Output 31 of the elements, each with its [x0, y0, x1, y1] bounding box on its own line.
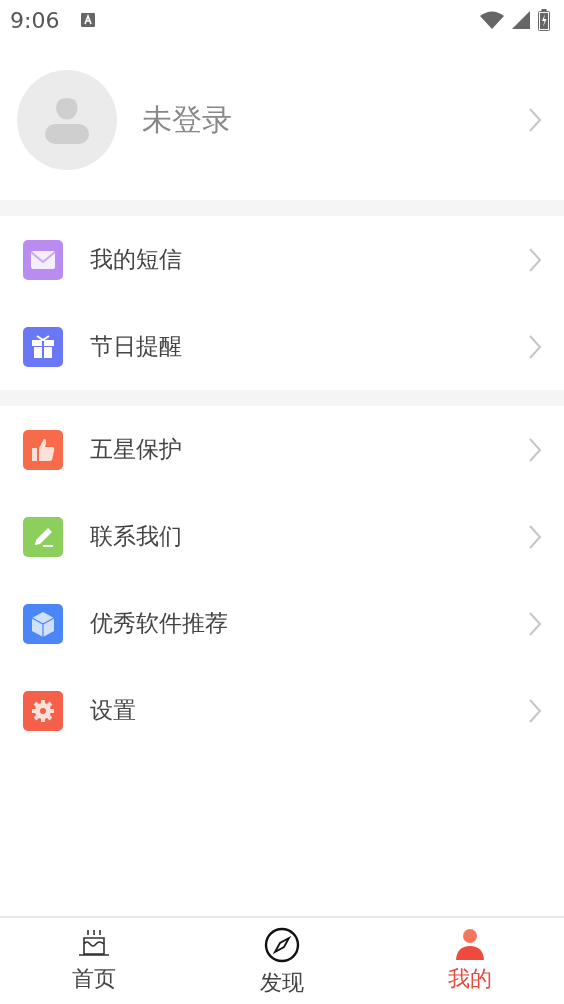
chevron-right-icon: [528, 246, 542, 273]
menu-item[interactable]: 节日提醒: [0, 303, 564, 390]
menu-item[interactable]: 我的短信: [0, 216, 564, 303]
nav-tab[interactable]: 首页: [0, 918, 188, 1004]
person-icon: [453, 926, 487, 960]
menu-item[interactable]: 联系我们: [0, 493, 564, 580]
signal-icon: [512, 11, 530, 29]
chevron-right-icon: [528, 436, 542, 463]
menu-item[interactable]: 五星保护: [0, 406, 564, 493]
notification-icon: [81, 13, 96, 27]
menu-item[interactable]: 设置: [0, 667, 564, 754]
chevron-right-icon: [528, 107, 542, 133]
chevron-right-icon: [528, 610, 542, 637]
menu-label: 设置: [90, 696, 137, 725]
avatar-icon[interactable]: [17, 70, 117, 170]
nav-tab[interactable]: 发现: [188, 918, 376, 1004]
menu-label: 我的短信: [90, 245, 183, 274]
battery-icon: [538, 9, 550, 31]
status-time: 9:06: [10, 7, 60, 33]
menu-item[interactable]: 优秀软件推荐: [0, 580, 564, 667]
wifi-icon: [480, 11, 504, 29]
menu-label: 联系我们: [90, 522, 183, 551]
menu-label: 优秀软件推荐: [90, 609, 229, 638]
nav-tab[interactable]: 我的: [376, 918, 564, 1004]
menu-label: 五星保护: [90, 435, 183, 464]
chevron-right-icon: [528, 333, 542, 360]
chevron-right-icon: [528, 697, 542, 724]
chevron-right-icon: [528, 523, 542, 550]
login-status[interactable]: 未登录: [142, 99, 528, 141]
compass-icon: [263, 926, 301, 964]
menu-label: 节日提醒: [90, 332, 183, 361]
